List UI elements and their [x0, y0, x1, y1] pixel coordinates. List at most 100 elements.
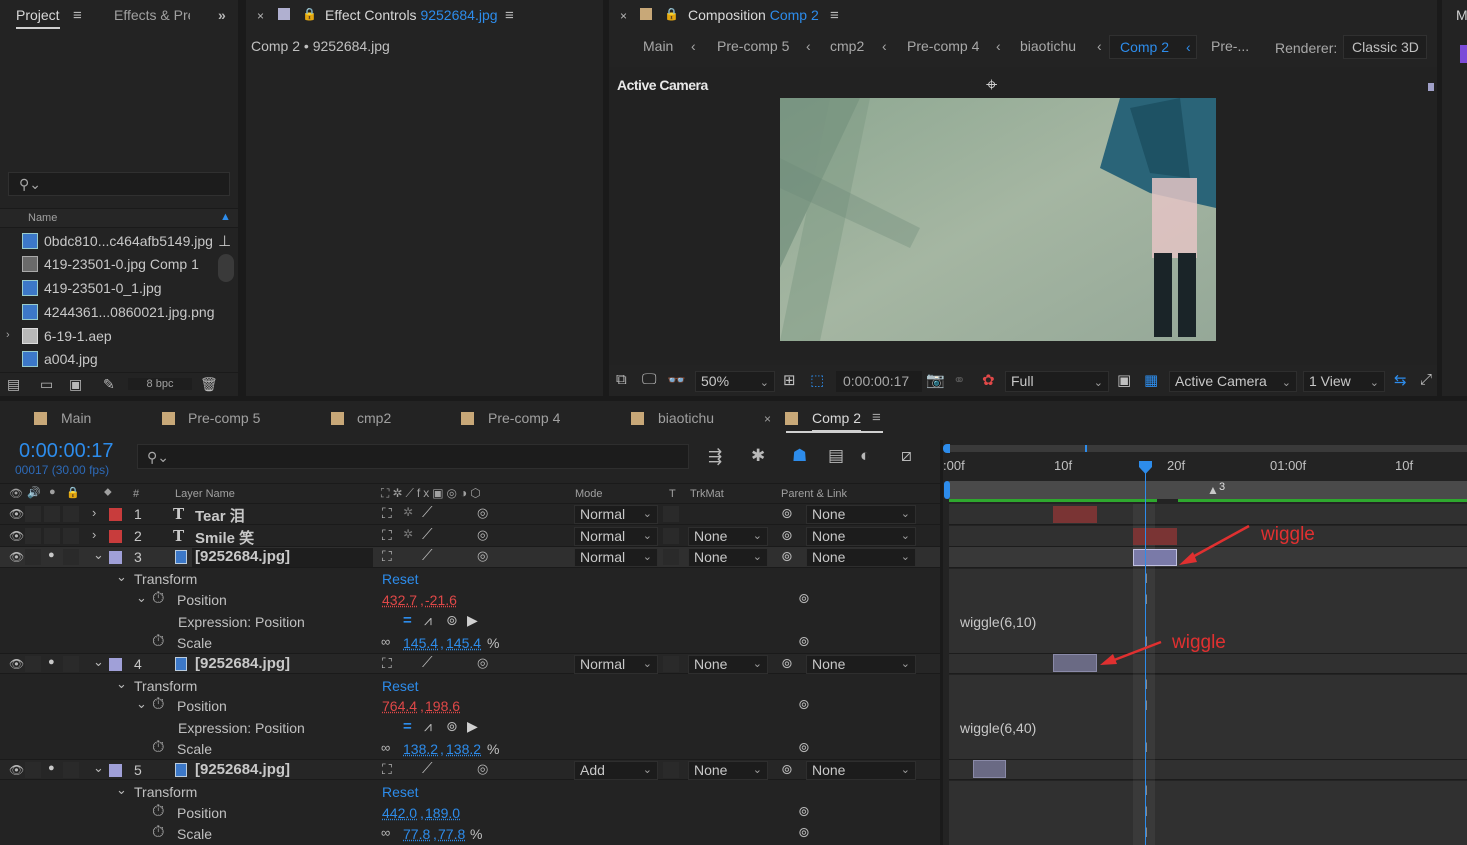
- layer-bar-9252684-l3[interactable]: [1133, 549, 1177, 566]
- project-search-input[interactable]: ⚲⌄: [8, 172, 230, 196]
- close-tab-icon[interactable]: ×: [620, 9, 627, 23]
- collapse-switch-icon[interactable]: ⛶: [382, 505, 392, 522]
- layer-label-color[interactable]: [109, 658, 122, 671]
- collapse-arrow-icon[interactable]: ⌄: [116, 782, 127, 798]
- safe-margins-icon[interactable]: ⊞: [783, 371, 796, 391]
- layer-label-color[interactable]: [109, 764, 122, 777]
- layer-name-field[interactable]: [9252684.jpg]: [192, 548, 373, 567]
- blend-mode-dropdown[interactable]: Normal ⌄: [574, 548, 658, 567]
- quality-slash-icon[interactable]: ⟋: [422, 526, 433, 543]
- timeline-graph-area[interactable]: :00f 10f 20f 01:00f 10f 3 ▲ wiggle(6,10)…: [943, 440, 1467, 845]
- visibility-eye-icon[interactable]: 👁: [9, 529, 24, 543]
- fast-previews-icon[interactable]: ⤢: [1420, 371, 1432, 391]
- constrain-proportions-icon[interactable]: ∞: [381, 634, 390, 649]
- playhead-handle[interactable]: [1138, 460, 1153, 475]
- reset-link[interactable]: Reset: [382, 678, 419, 694]
- comp-canvas-image[interactable]: [780, 98, 1216, 341]
- crosshair-icon[interactable]: ⌖: [986, 75, 997, 95]
- collapse-switch-icon[interactable]: ⛶: [382, 527, 392, 544]
- layer-row[interactable]: 👁 › 1 T Tear 泪 ⛶ ✲ ⟋ ◎ Normal ⌄ ⊚ None ⌄: [0, 504, 940, 525]
- stopwatch-icon[interactable]: ⏱: [152, 696, 164, 714]
- layer-row-selected[interactable]: 👁 ● ⌄ 3 [9252684.jpg] ⛶ ⟋ ◎ Normal ⌄ None…: [0, 547, 940, 568]
- comp-viewer[interactable]: Active Camera ⌖: [609, 67, 1437, 365]
- layer-label-color[interactable]: [109, 508, 122, 521]
- scale-x-value[interactable]: 145.4: [403, 635, 438, 651]
- pickwhip-icon[interactable]: ⊚: [798, 590, 810, 607]
- breadcrumb-main[interactable]: Main: [643, 38, 673, 54]
- quality-slash-icon[interactable]: ⟋: [422, 654, 433, 671]
- new-folder-icon[interactable]: ▭: [40, 376, 53, 393]
- expand-arrow-icon[interactable]: ›: [92, 505, 96, 520]
- expression-pickwhip-icon[interactable]: ⊚: [446, 612, 458, 629]
- visibility-eye-icon[interactable]: 👁: [9, 550, 24, 564]
- motion-blur-switch-icon[interactable]: ◎: [477, 761, 488, 777]
- timeline-tab-cmp2[interactable]: cmp2: [357, 410, 391, 426]
- collapse-switch-icon[interactable]: ⛶: [382, 761, 392, 778]
- breadcrumb-precomp[interactable]: Pre-...: [1211, 38, 1249, 54]
- lock-icon[interactable]: 🔒: [664, 7, 679, 21]
- trash-icon[interactable]: 🗑: [200, 376, 218, 393]
- motion-blur-switch-icon[interactable]: ◎: [477, 548, 488, 564]
- expression-enable-icon[interactable]: =: [403, 612, 412, 629]
- pickwhip-icon[interactable]: ⊚: [798, 633, 810, 650]
- track-matte-dropdown[interactable]: None ⌄: [688, 761, 768, 780]
- preserve-transparency-switch[interactable]: [663, 528, 679, 544]
- shy-layers-icon[interactable]: ☗: [792, 446, 807, 466]
- composition-menu-icon[interactable]: ≡: [830, 7, 839, 24]
- effects-presets-tab[interactable]: Effects & Pre: [114, 7, 190, 23]
- breadcrumb-precomp5[interactable]: Pre-comp 5: [717, 38, 789, 54]
- motion-blur-icon[interactable]: ◐: [860, 446, 870, 466]
- comp-marker[interactable]: 3 ▲: [1207, 480, 1229, 496]
- stopwatch-icon[interactable]: ⏱: [152, 590, 164, 608]
- pickwhip-icon[interactable]: ⊚: [798, 739, 810, 756]
- layer-name[interactable]: [9252684.jpg]: [195, 761, 290, 778]
- scale-x-value[interactable]: 77.8: [403, 826, 430, 842]
- quality-switch-icon[interactable]: ✲: [403, 505, 413, 519]
- scale-y-value[interactable]: 138.2: [446, 741, 481, 757]
- collapse-switch-icon[interactable]: ⛶: [382, 548, 392, 565]
- new-composition-icon[interactable]: ▣: [69, 376, 82, 393]
- keyframe-ibeam-icon[interactable]: Ι: [1140, 591, 1152, 607]
- transform-group-row[interactable]: ⌄ Transform Reset: [0, 782, 940, 803]
- keyframe-ibeam-icon[interactable]: Ι: [1140, 676, 1152, 692]
- motion-blur-switch-icon[interactable]: ◎: [477, 505, 488, 521]
- viewer-scroll-handle[interactable]: [1428, 83, 1434, 91]
- motion-blur-switch-icon[interactable]: ◎: [477, 527, 488, 543]
- breadcrumb-precomp4[interactable]: Pre-comp 4: [907, 38, 979, 54]
- name-column-header[interactable]: Name ▲: [0, 208, 238, 228]
- solo-dot-icon[interactable]: ●: [48, 762, 55, 774]
- solo-switch[interactable]: [44, 506, 60, 522]
- stopwatch-icon[interactable]: ⏱: [152, 824, 164, 842]
- label-tag-icon[interactable]: ⬥: [104, 486, 112, 499]
- audio-switch[interactable]: [25, 762, 41, 778]
- pickwhip-icon[interactable]: ⊚: [781, 527, 793, 544]
- layer-row[interactable]: 👁 ● ⌄ 4 [9252684.jpg] ⛶ ⟋ ◎ Normal ⌄ None…: [0, 653, 940, 674]
- pickwhip-icon[interactable]: ⊚: [798, 696, 810, 713]
- parent-dropdown[interactable]: None ⌄: [806, 655, 916, 674]
- reset-link[interactable]: Reset: [382, 571, 419, 587]
- layer-name[interactable]: [9252684.jpg]: [195, 655, 290, 672]
- constrain-proportions-icon[interactable]: ∞: [381, 825, 390, 840]
- project-item[interactable]: 0bdc810...c464afb5149.jpg: [22, 233, 217, 255]
- constrain-proportions-icon[interactable]: ∞: [381, 740, 390, 755]
- reset-link[interactable]: Reset: [382, 784, 419, 800]
- layer-name[interactable]: Tear 泪: [195, 505, 245, 526]
- lock-switch[interactable]: [63, 656, 79, 672]
- collapse-arrow-icon[interactable]: ⌄: [116, 569, 127, 585]
- transparency-grid-icon[interactable]: ▦: [1144, 371, 1158, 391]
- lock-switch[interactable]: [63, 549, 79, 565]
- collapse-arrow-icon[interactable]: ⌄: [93, 547, 104, 563]
- parent-dropdown[interactable]: None ⌄: [806, 527, 916, 546]
- solo-dot-icon[interactable]: ●: [48, 549, 55, 561]
- layer-bar-9252684-l5[interactable]: [973, 760, 1006, 778]
- lock-switch[interactable]: [63, 506, 79, 522]
- glasses-icon[interactable]: 👓: [667, 371, 686, 391]
- always-preview-icon[interactable]: ⧉: [616, 371, 627, 391]
- position-y-value[interactable]: 189.0: [425, 805, 460, 821]
- scale-property-row[interactable]: ⏱ Scale ∞ 138.2 , 138.2 % ⊚: [0, 739, 940, 760]
- parent-dropdown[interactable]: None ⌄: [806, 548, 916, 567]
- solo-toggle-icon[interactable]: ●: [49, 486, 56, 498]
- graph-editor-icon[interactable]: ⧄: [901, 446, 912, 466]
- project-item[interactable]: 6-19-1.aep: [22, 328, 217, 350]
- lock-switch[interactable]: [63, 762, 79, 778]
